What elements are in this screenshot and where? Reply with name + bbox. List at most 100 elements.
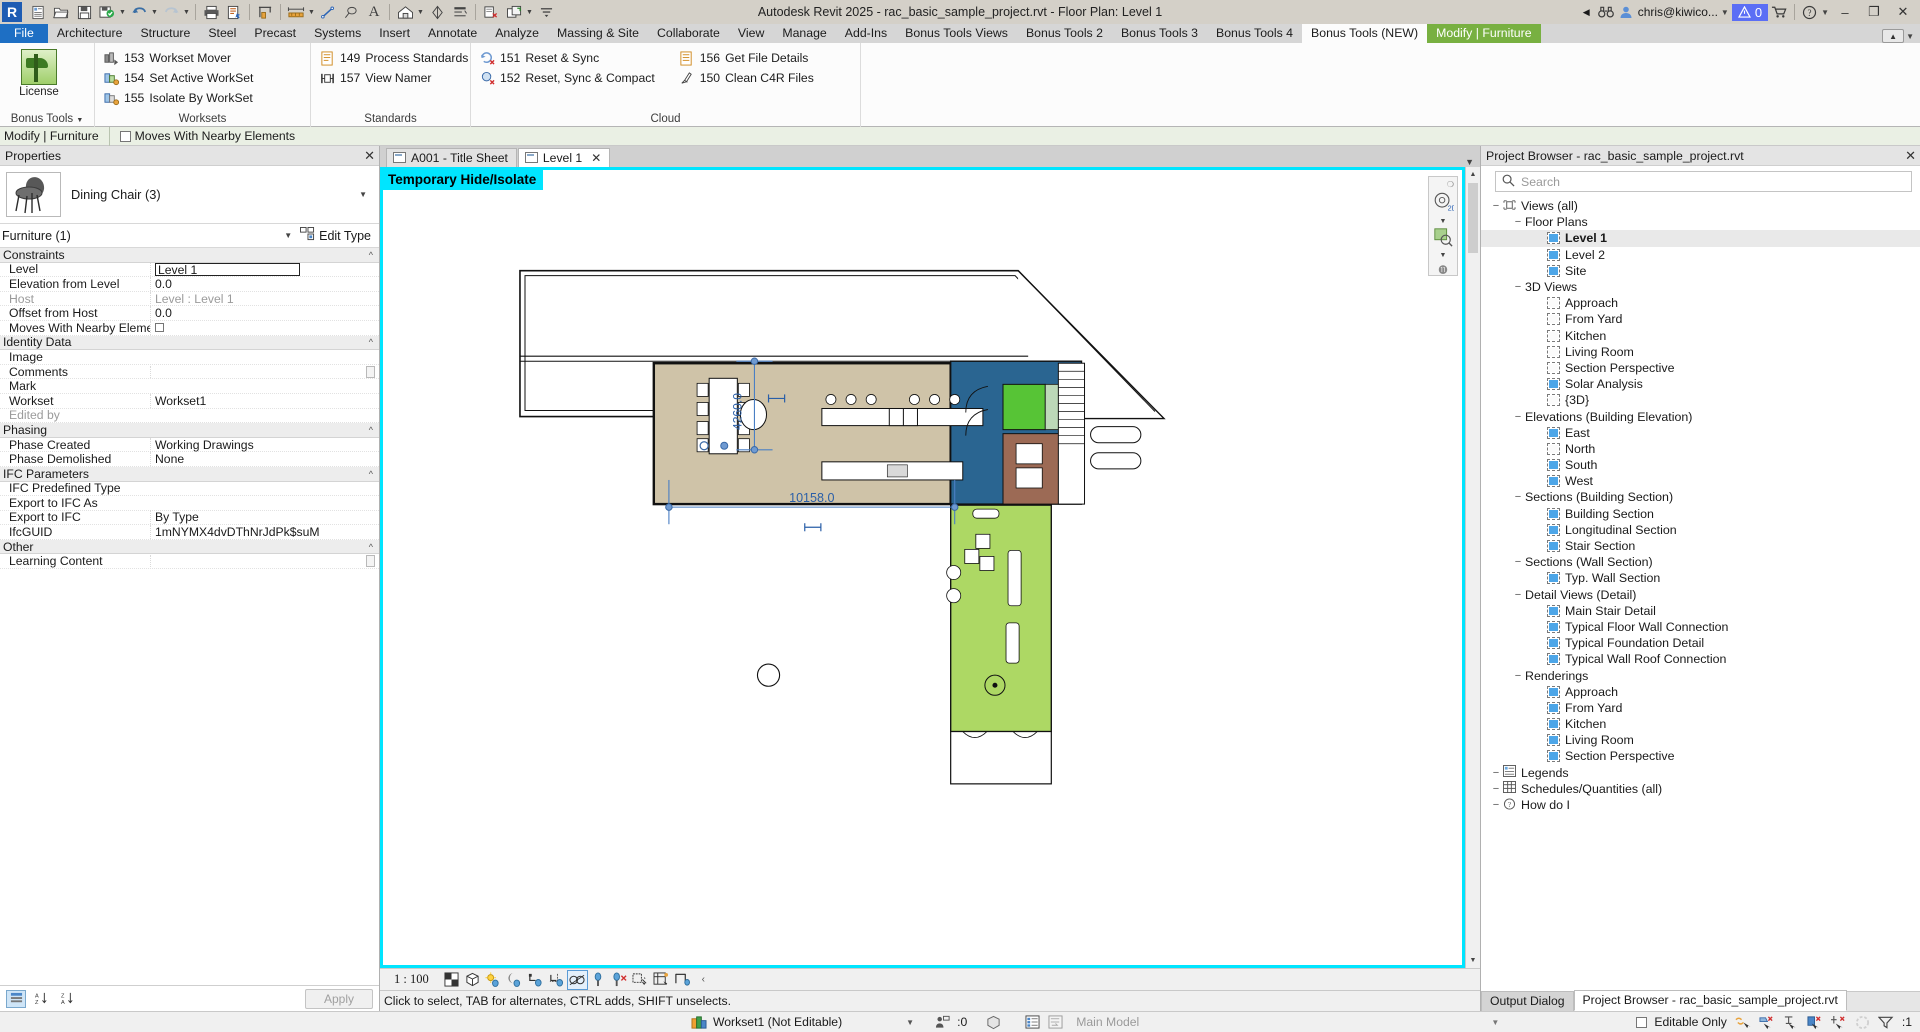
ribbon-command-156[interactable]: 156 Get File Details	[679, 49, 814, 67]
collapse-chevron-icon[interactable]: ^	[369, 425, 379, 435]
property-row[interactable]: Export to IFC By Type	[0, 510, 379, 526]
revit-logo-icon[interactable]: R	[2, 2, 22, 22]
ribbon-command-150[interactable]: 150 Clean C4R Files	[679, 69, 814, 87]
design-options-icon[interactable]	[985, 1014, 1002, 1031]
ribbon-command-154[interactable]: 154 Set Active WorkSet	[103, 69, 253, 87]
tree-node-legends[interactable]: − Legends	[1481, 765, 1920, 781]
tree-node-approach[interactable]: Approach	[1481, 684, 1920, 700]
exclude-options-icon[interactable]	[1047, 1014, 1064, 1031]
select-pinned-icon[interactable]	[1782, 1014, 1799, 1031]
sort-descending-icon[interactable]: ZA	[58, 990, 78, 1008]
ribbon-tab-steel[interactable]: Steel	[199, 24, 245, 43]
property-row[interactable]: IFC Predefined Type	[0, 481, 379, 497]
undo-dropdown-caret-icon[interactable]: ▼	[151, 9, 159, 16]
tree-node-from-yard[interactable]: From Yard	[1481, 700, 1920, 716]
save-as-cloud-icon[interactable]	[96, 1, 118, 23]
ribbon-tab-bonus-tools-new[interactable]: Bonus Tools (NEW)	[1302, 24, 1428, 43]
detail-line-icon[interactable]	[317, 1, 339, 23]
open-project-sheet-icon[interactable]	[27, 1, 49, 23]
tree-node-typical-foundation-detail[interactable]: Typical Foundation Detail	[1481, 635, 1920, 651]
view-control-expand-icon[interactable]: ‹	[693, 970, 714, 990]
ribbon-tab-architecture[interactable]: Architecture	[48, 24, 132, 43]
property-row[interactable]: Export to IFC As	[0, 496, 379, 511]
tree-node-south[interactable]: South	[1481, 457, 1920, 473]
user-menu-caret-icon[interactable]: ▼	[1721, 8, 1729, 17]
tree-node-stair-section[interactable]: Stair Section	[1481, 538, 1920, 554]
collapse-ribbon-arrow-icon[interactable]: ◀	[1578, 4, 1595, 21]
ribbon-tab-analyze[interactable]: Analyze	[486, 24, 548, 43]
property-row[interactable]: Host Level : Level 1	[0, 291, 379, 307]
project-browser-close-icon[interactable]: ✕	[1905, 148, 1916, 164]
property-row[interactable]: Edited by	[0, 408, 379, 424]
ribbon-tab-structure[interactable]: Structure	[131, 24, 199, 43]
minimize-button[interactable]: –	[1832, 1, 1858, 23]
properties-group-ifc-parameters[interactable]: IFC Parameters ^	[0, 467, 379, 482]
close-button[interactable]: ✕	[1890, 1, 1916, 23]
help-caret-icon[interactable]: ▼	[1821, 8, 1829, 17]
property-row[interactable]: Phase Created Working Drawings	[0, 437, 379, 453]
collapse-chevron-icon[interactable]: ^	[369, 337, 379, 347]
tree-node-kitchen[interactable]: Kitchen	[1481, 716, 1920, 732]
apply-button[interactable]: Apply	[304, 988, 373, 1009]
detail-level-icon[interactable]	[441, 970, 462, 990]
properties-close-icon[interactable]: ✕	[364, 148, 375, 164]
select-underlay-icon[interactable]	[1758, 1014, 1775, 1031]
property-row[interactable]: IfcGUID 1mNYMX4dvDThNrJdPk$suM	[0, 525, 379, 540]
tree-node-how-do-i[interactable]: −? How do I	[1481, 797, 1920, 813]
view-tab-close-icon[interactable]: ✕	[591, 151, 601, 165]
view-tab-overflow[interactable]: ▼	[1465, 157, 1480, 167]
property-value-browse-button[interactable]	[366, 555, 375, 568]
property-row[interactable]: Elevation from Level 0.0	[0, 276, 379, 292]
tree-expander-icon[interactable]: −	[1511, 216, 1525, 228]
property-value-input[interactable]: Level 1	[155, 262, 300, 276]
tree-node-schedules-quantities-all[interactable]: − Schedules/Quantities (all)	[1481, 781, 1920, 797]
navbar-zoom-caret-icon[interactable]: ▼	[1440, 252, 1447, 259]
navbar-collapse-icon[interactable]: ⓫	[1438, 263, 1447, 276]
thin-lines-icon[interactable]	[449, 1, 471, 23]
property-value[interactable]: By Type	[155, 510, 199, 524]
tree-node-level-2[interactable]: Level 2	[1481, 247, 1920, 263]
tree-node-views-all[interactable]: − Views (all)	[1481, 198, 1920, 214]
tree-node-east[interactable]: East	[1481, 425, 1920, 441]
print-preview-icon[interactable]	[223, 1, 245, 23]
tree-expander-icon[interactable]: −	[1489, 767, 1503, 779]
scroll-down-arrow-icon[interactable]: ▼	[1466, 953, 1480, 968]
render-dialog-icon[interactable]	[525, 970, 546, 990]
tree-node-living-room[interactable]: Living Room	[1481, 732, 1920, 748]
save-as-dropdown-caret-icon[interactable]: ▼	[119, 9, 127, 16]
switch-windows-icon[interactable]	[503, 1, 525, 23]
property-value[interactable]: Working Drawings	[155, 438, 254, 452]
tree-node-living-room[interactable]: Living Room	[1481, 344, 1920, 360]
measure-tool-icon[interactable]	[672, 970, 693, 990]
tree-node-typ-wall-section[interactable]: Typ. Wall Section	[1481, 570, 1920, 586]
properties-filter-caret-icon[interactable]: ▼	[276, 231, 300, 240]
select-by-face-icon[interactable]	[1806, 1014, 1823, 1031]
tree-node-section-perspective[interactable]: Section Perspective	[1481, 360, 1920, 376]
reveal-hidden-elements-icon[interactable]	[588, 970, 609, 990]
property-value[interactable]: 0.0	[155, 277, 172, 291]
zoom-region-icon[interactable]	[1433, 227, 1453, 250]
print-icon[interactable]	[200, 1, 222, 23]
redo-icon[interactable]	[160, 1, 182, 23]
ribbon-command-152[interactable]: 152 Reset, Sync & Compact	[479, 69, 655, 87]
ribbon-tab-collaborate[interactable]: Collaborate	[648, 24, 729, 43]
property-row[interactable]: Offset from Host 0.0	[0, 306, 379, 321]
dimension-dropdown-caret-icon[interactable]: ▼	[308, 9, 316, 16]
license-button[interactable]: License	[8, 47, 70, 98]
navbar-close-icon[interactable]: ❍	[1447, 180, 1457, 189]
bonus-tools-dropdown[interactable]: Bonus Tools ▼	[0, 111, 94, 127]
ribbon-minimize-button[interactable]: ▲	[1882, 29, 1905, 43]
view-tab-level-1[interactable]: Level 1 ✕	[517, 148, 611, 167]
default-3d-view-icon[interactable]	[394, 1, 416, 23]
tree-expander-icon[interactable]: −	[1511, 411, 1525, 423]
tree-node-main-stair-detail[interactable]: Main Stair Detail	[1481, 603, 1920, 619]
ribbon-tab-add-ins[interactable]: Add-Ins	[836, 24, 896, 43]
customize-qat-icon[interactable]	[535, 1, 557, 23]
close-inactive-views-icon[interactable]	[480, 1, 502, 23]
steering-wheel-2d-icon[interactable]: 2D	[1432, 191, 1457, 216]
ribbon-tab-massing-site[interactable]: Massing & Site	[548, 24, 648, 43]
section-icon[interactable]	[426, 1, 448, 23]
save-icon[interactable]	[73, 1, 95, 23]
editable-only-checkbox[interactable]	[1636, 1016, 1648, 1028]
ribbon-tab-insert[interactable]: Insert	[370, 24, 419, 43]
